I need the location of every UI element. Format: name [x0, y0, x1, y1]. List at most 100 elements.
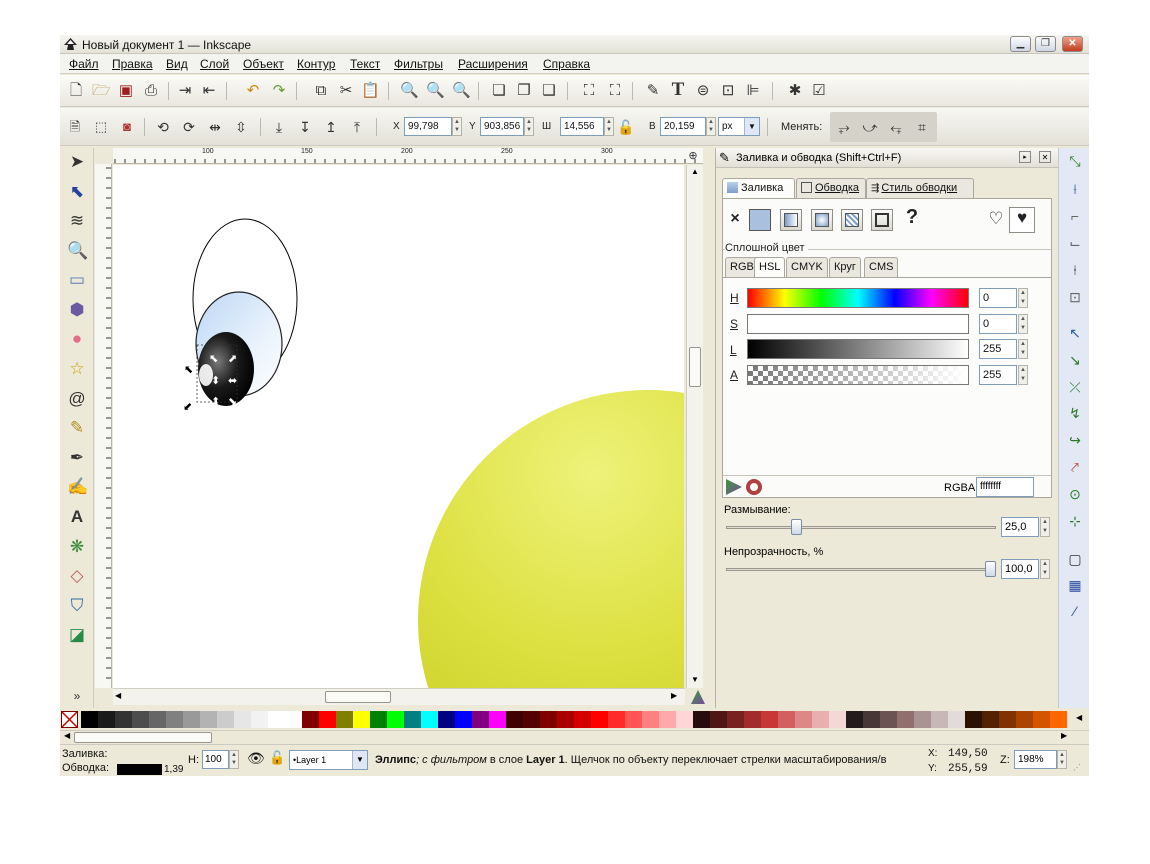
opacity-input[interactable]: 100,0 — [1001, 559, 1039, 579]
select-all-layers-icon[interactable]: ⬚ — [92, 118, 110, 136]
clone-icon[interactable]: ❐ — [515, 82, 533, 100]
snap-bbox-midpoint-icon[interactable]: ⍿ — [1065, 259, 1085, 281]
lightness-spinner[interactable]: ▲ ▼ — [1018, 339, 1028, 359]
snap-bbox-corner-icon[interactable]: ⌙ — [1065, 232, 1085, 254]
scale-corners-icon[interactable]: ⤻ — [861, 118, 879, 136]
scale-handle-sw[interactable]: ⬋ — [183, 400, 192, 413]
scale-handle-n[interactable]: ⬍ — [211, 374, 220, 387]
3dbox-tool-icon[interactable]: ⬢ — [67, 299, 87, 321]
duplicate-object-icon[interactable]: ❏ — [490, 82, 508, 100]
unlink-clone-icon[interactable]: ❑ — [540, 82, 558, 100]
palette-swatch[interactable] — [880, 711, 897, 728]
palette-swatch[interactable] — [693, 711, 710, 728]
tab-hsl[interactable]: HSL — [754, 257, 786, 277]
tab-stroke-paint[interactable]: Обводка — [796, 178, 866, 198]
snap-bbox-icon[interactable]: ⟊ — [1065, 178, 1085, 200]
drawing-canvas[interactable]: ⬉ ⬈ ⬌ ⬍ ⬍ ⬊ ⬋ ⬉ — [113, 165, 684, 688]
raise-icon[interactable]: ↥ — [322, 118, 340, 136]
palette-swatch[interactable] — [1016, 711, 1033, 728]
snap-center-icon[interactable]: ⊙ — [1065, 483, 1085, 505]
pencil-tool-icon[interactable]: ✎ — [67, 417, 87, 439]
scale-handle-se[interactable]: ⬊ — [228, 395, 237, 408]
star-tool-icon[interactable]: ☆ — [67, 358, 87, 380]
snap-path-icon[interactable]: ↘ — [1065, 349, 1085, 371]
flip-horizontal-icon[interactable]: ⇹ — [206, 118, 224, 136]
opacity-slider-thumb[interactable] — [985, 561, 996, 577]
radial-gradient-button[interactable] — [811, 209, 833, 231]
snap-grid-icon[interactable]: ▦ — [1065, 574, 1085, 596]
lightness-value[interactable]: 255 — [979, 339, 1017, 359]
scale-handle-nw[interactable]: ⬉ — [209, 352, 218, 365]
height-input[interactable]: 20,159 — [660, 117, 706, 136]
chevron-down-icon[interactable]: ▼ — [744, 118, 759, 135]
palette-swatch[interactable] — [846, 711, 863, 728]
menu-file[interactable]: Файл — [69, 57, 99, 71]
scroll-right-icon[interactable]: ▶ — [671, 691, 677, 700]
duplicate-icon[interactable]: ⧉ — [312, 82, 330, 100]
y-spinner[interactable]: ▲ ▼ — [524, 117, 534, 136]
horizontal-scrollbar[interactable]: ◀ ▶ — [113, 688, 685, 705]
palette-swatch[interactable] — [387, 711, 404, 728]
ungroup-icon[interactable]: ⛶ — [606, 82, 624, 100]
paste-icon[interactable]: 📋 — [361, 82, 380, 100]
snap-cusp-icon[interactable]: ↯ — [1065, 402, 1085, 424]
menu-path[interactable]: Контур — [297, 57, 335, 71]
scale-handle-w[interactable]: ⬉ — [184, 363, 193, 376]
snap-midpoint-icon[interactable]: ⤤ — [1065, 456, 1085, 478]
chevron-down-icon[interactable]: ▼ — [352, 751, 367, 769]
palette-swatch[interactable] — [676, 711, 693, 728]
transform-icon[interactable]: ⊡ — [719, 82, 737, 100]
alpha-value[interactable]: 255 — [979, 365, 1017, 385]
palette-swatch[interactable] — [965, 711, 982, 728]
palette-swatch[interactable] — [438, 711, 455, 728]
panel-iconify-icon[interactable]: ▸ — [1019, 151, 1031, 163]
palette-swatch[interactable] — [234, 711, 251, 728]
zoom-spinner[interactable]: ▲ ▼ — [1057, 750, 1067, 769]
tab-stroke-style[interactable]: ⇶ Стиль обводки — [866, 178, 974, 198]
palette-swatch[interactable] — [812, 711, 829, 728]
lower-icon[interactable]: ↧ — [296, 118, 314, 136]
scale-handle-s[interactable]: ⬍ — [211, 395, 220, 408]
status-opacity-spinner[interactable]: ▲ ▼ — [229, 750, 239, 769]
resize-grip-icon[interactable]: ⋰ — [1073, 763, 1081, 772]
width-spinner[interactable]: ▲ ▼ — [604, 117, 614, 136]
palette-swatch[interactable] — [523, 711, 540, 728]
menu-filters[interactable]: Фильтры — [394, 57, 443, 71]
palette-swatch[interactable] — [540, 711, 557, 728]
document-properties-icon[interactable]: ☑ — [810, 82, 828, 100]
saturation-spinner[interactable]: ▲ ▼ — [1018, 314, 1028, 334]
palette-swatch[interactable] — [370, 711, 387, 728]
flip-vertical-icon[interactable]: ⇳ — [232, 118, 250, 136]
snap-intersection-icon[interactable]: ⤫ — [1065, 376, 1085, 398]
palette-swatch[interactable] — [829, 711, 846, 728]
pattern-button[interactable] — [841, 209, 863, 231]
snap-smooth-icon[interactable]: ↪ — [1065, 429, 1085, 451]
palette-swatch[interactable] — [166, 711, 183, 728]
horizontal-scroll-thumb[interactable] — [325, 691, 391, 703]
palette-swatch[interactable] — [557, 711, 574, 728]
snap-page-icon[interactable]: ▢ — [1065, 548, 1085, 570]
palette-swatch[interactable] — [999, 711, 1016, 728]
tab-cmyk[interactable]: CMYK — [786, 257, 828, 277]
lightness-slider[interactable] — [747, 339, 969, 359]
yellow-ball[interactable] — [418, 390, 684, 688]
scroll-up-icon[interactable]: ▲ — [691, 167, 699, 176]
out-of-gamut-icon[interactable] — [746, 479, 762, 495]
width-input[interactable]: 14,556 — [560, 117, 604, 136]
opacity-spinner[interactable]: ▲ ▼ — [1040, 559, 1050, 579]
lock-icon[interactable]: 🔓 — [617, 118, 635, 136]
undo-icon[interactable]: ↶ — [244, 82, 262, 100]
snap-nodes-icon[interactable]: ↖ — [1065, 322, 1085, 344]
y-input[interactable]: 903,856 — [480, 117, 524, 136]
palette-swatch[interactable] — [625, 711, 642, 728]
palette-swatch[interactable] — [285, 711, 302, 728]
palette-swatch[interactable] — [489, 711, 506, 728]
palette-swatch[interactable] — [761, 711, 778, 728]
rotate-cw-icon[interactable]: ⟳ — [180, 118, 198, 136]
palette-swatch[interactable] — [863, 711, 880, 728]
move-patterns-icon[interactable]: ⌗ — [913, 118, 931, 136]
palette-swatch[interactable] — [268, 711, 285, 728]
palette-swatch[interactable] — [897, 711, 914, 728]
maximize-button[interactable]: ❐ — [1035, 36, 1056, 52]
zoom-tool-icon[interactable]: 🔍 — [67, 240, 88, 262]
